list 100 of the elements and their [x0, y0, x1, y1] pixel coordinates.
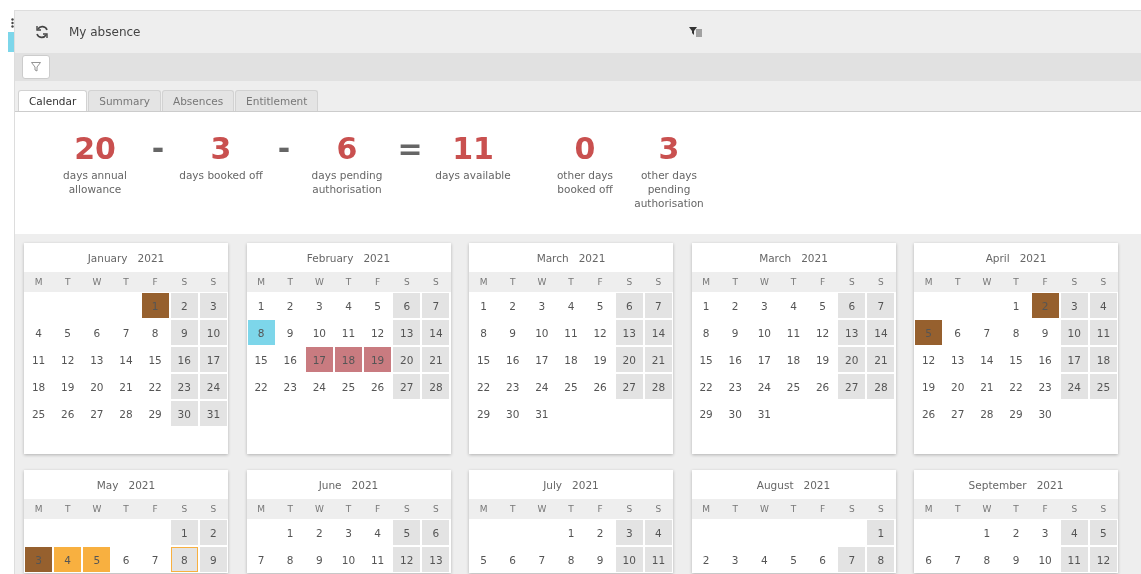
- calendar-day[interactable]: 16: [170, 347, 198, 372]
- calendar-day[interactable]: 14: [867, 320, 895, 345]
- weekday-label: M: [478, 503, 489, 516]
- summary-figure: 20: [74, 130, 116, 168]
- calendar-day[interactable]: 10: [1060, 320, 1088, 345]
- calendar-day[interactable]: 4: [1089, 293, 1117, 318]
- calendar-day[interactable]: 9: [199, 547, 227, 572]
- calendar-day[interactable]: 7: [422, 293, 450, 318]
- tab[interactable]: Absences: [161, 90, 235, 111]
- calendar-day[interactable]: 20: [393, 347, 421, 372]
- operator-sign: -: [276, 130, 292, 168]
- weekday-label: T: [953, 276, 962, 289]
- calendar-day[interactable]: 2: [199, 520, 227, 545]
- tab[interactable]: Entitlement: [235, 90, 319, 111]
- calendar-day[interactable]: 13: [422, 547, 450, 572]
- calendar-day[interactable]: 3: [199, 293, 227, 318]
- calendar-day[interactable]: 28: [422, 374, 450, 399]
- calendar-day[interactable]: 20: [615, 347, 643, 372]
- calendar-day[interactable]: 10: [615, 547, 643, 572]
- calendar-day[interactable]: 30: [170, 401, 198, 426]
- calendar-day[interactable]: 8: [170, 547, 198, 572]
- weekday-label: S: [1070, 276, 1079, 289]
- summary-figure: 3: [210, 130, 232, 168]
- calendar-day[interactable]: 13: [838, 320, 866, 345]
- calendar-day[interactable]: 17: [199, 347, 227, 372]
- weekday-label: F: [374, 503, 382, 516]
- month-name: February: [306, 251, 354, 264]
- calendar-day[interactable]: 7: [838, 547, 866, 572]
- weekday-label: S: [1099, 276, 1108, 289]
- calendar-day[interactable]: 28: [644, 374, 672, 399]
- calendar-day[interactable]: 8: [867, 547, 895, 572]
- calendar-day[interactable]: 4: [54, 547, 82, 572]
- weekday-label: T: [789, 276, 798, 289]
- calendar-day[interactable]: 27: [615, 374, 643, 399]
- summary-label: other days pending authorisation: [633, 168, 705, 210]
- calendar-day[interactable]: 18: [1089, 347, 1117, 372]
- calendar-day[interactable]: 21: [422, 347, 450, 372]
- calendar-day[interactable]: 6: [615, 293, 643, 318]
- calendar-day[interactable]: 1: [170, 520, 198, 545]
- weekday-label: S: [654, 276, 663, 289]
- calendar-day[interactable]: 13: [393, 320, 421, 345]
- calendar-day[interactable]: 5: [83, 547, 111, 572]
- dots-icon[interactable]: [11, 18, 14, 28]
- weekday-label: S: [180, 276, 189, 289]
- calendar-day[interactable]: 17: [1060, 347, 1088, 372]
- calendar-day[interactable]: 5: [1089, 520, 1117, 545]
- month-name: August: [756, 478, 794, 491]
- weekday-label: T: [508, 503, 517, 516]
- calendar-day[interactable]: 4: [1060, 520, 1088, 545]
- refresh-icon[interactable]: [35, 25, 49, 39]
- calendar-day[interactable]: 11: [1060, 547, 1088, 572]
- calendar-day[interactable]: 24: [199, 374, 227, 399]
- calendar-day[interactable]: 27: [393, 374, 421, 399]
- calendar-day[interactable]: 2: [170, 293, 198, 318]
- weekday-label: M: [701, 276, 711, 289]
- month-year: 2021: [363, 251, 391, 264]
- calendar-day[interactable]: 7: [644, 293, 672, 318]
- calendar-day[interactable]: 14: [644, 320, 672, 345]
- tab[interactable]: Calendar: [18, 90, 88, 111]
- weekday-label: S: [654, 503, 663, 516]
- calendar-day[interactable]: 27: [838, 374, 866, 399]
- month-year: 2021: [137, 251, 165, 264]
- calendar-day[interactable]: 8: [247, 320, 275, 345]
- calendar-day[interactable]: 23: [170, 374, 198, 399]
- weekday-label: T: [63, 503, 72, 516]
- calendar-day[interactable]: 13: [615, 320, 643, 345]
- calendar-day[interactable]: 11: [1089, 320, 1117, 345]
- calendar-day[interactable]: 25: [1089, 374, 1117, 399]
- calendar-day[interactable]: 21: [644, 347, 672, 372]
- calendar-day[interactable]: 6: [393, 293, 421, 318]
- calendar-day[interactable]: 20: [838, 347, 866, 372]
- calendar-day[interactable]: 31: [199, 401, 227, 426]
- summary-figure: 6: [336, 130, 358, 168]
- calendar-day[interactable]: 4: [644, 520, 672, 545]
- calendar-day[interactable]: 9: [170, 320, 198, 345]
- calendar-day[interactable]: 6: [838, 293, 866, 318]
- summary-figure: 0: [574, 130, 596, 168]
- calendar-day[interactable]: 10: [199, 320, 227, 345]
- calendar-day[interactable]: 5: [393, 520, 421, 545]
- calendar-day[interactable]: 7: [867, 293, 895, 318]
- calendar-day[interactable]: 1: [867, 520, 895, 545]
- weekday-label: F: [151, 276, 159, 289]
- weekday-label: T: [508, 276, 517, 289]
- calendar-day[interactable]: 3: [1060, 293, 1088, 318]
- calendar-day[interactable]: 11: [644, 547, 672, 572]
- calendar-day[interactable]: 24: [1060, 374, 1088, 399]
- weekday-label: M: [33, 503, 44, 516]
- calendar-day[interactable]: 21: [867, 347, 895, 372]
- calendar-day[interactable]: 14: [422, 320, 450, 345]
- filter-list-icon[interactable]: [689, 26, 702, 38]
- calendar-day[interactable]: 6: [422, 520, 450, 545]
- calendar-day[interactable]: 12: [393, 547, 421, 572]
- operator-sign: =: [396, 130, 424, 168]
- calendar-day[interactable]: 28: [867, 374, 895, 399]
- calendar-day[interactable]: 3: [615, 520, 643, 545]
- weekday-label: T: [63, 276, 72, 289]
- tab[interactable]: Summary: [88, 90, 161, 111]
- weekday-label: T: [344, 503, 353, 516]
- weekday-label: T: [789, 503, 798, 516]
- calendar-day[interactable]: 12: [1089, 547, 1117, 572]
